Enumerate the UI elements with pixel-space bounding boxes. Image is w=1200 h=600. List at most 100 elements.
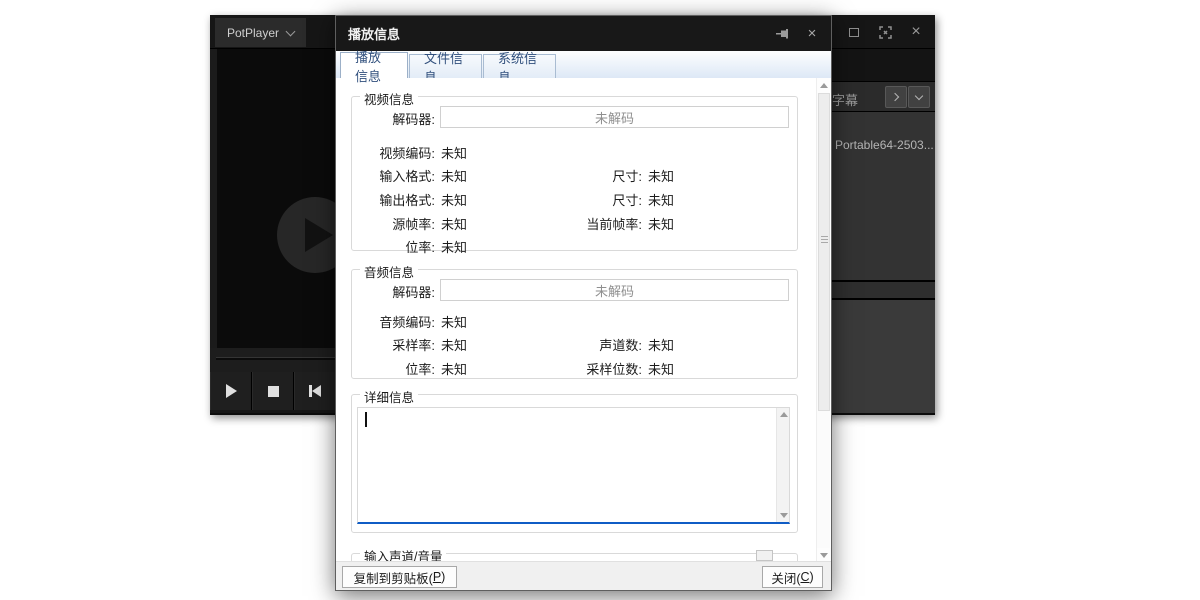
field-label: 声道数:: [562, 335, 642, 354]
field-value: 未知: [441, 214, 467, 233]
text-cursor: [365, 412, 367, 427]
button-accesskey: P: [433, 570, 441, 584]
tab-system-info[interactable]: 系统信息: [483, 54, 556, 78]
audio-info-row: 位率: 未知 采样位数: 未知: [352, 359, 797, 376]
stop-button[interactable]: [252, 372, 294, 410]
potplayer-menu-button[interactable]: PotPlayer: [215, 18, 306, 47]
detail-textarea[interactable]: [357, 407, 790, 524]
tab-playback-info[interactable]: 播放信息: [340, 52, 408, 78]
fullscreen-button[interactable]: [874, 21, 896, 43]
field-value: 未知: [648, 166, 674, 185]
close-icon: ×: [808, 26, 817, 41]
play-button[interactable]: [210, 372, 252, 410]
field-value: 未知: [441, 359, 467, 378]
playlist-panel: 搜索字幕 Portable64-2503...: [830, 49, 935, 413]
field-label: 位率:: [352, 359, 435, 378]
dialog-bottom-bar: 复制到剪贴板(P) 关闭(C): [336, 561, 831, 590]
dialog-title: 播放信息: [348, 24, 400, 43]
field-label: 尺寸:: [562, 166, 642, 185]
dialog-close-button[interactable]: ×: [803, 25, 821, 43]
pin-button[interactable]: [773, 25, 791, 43]
video-info-row: 输出格式: 未知 尺寸: 未知: [352, 190, 797, 207]
previous-button[interactable]: [294, 372, 336, 410]
field-value: 未知: [441, 190, 467, 209]
scroll-down-icon[interactable]: [780, 513, 788, 518]
playlist-dropdown-button[interactable]: [908, 86, 930, 108]
chevron-down-icon: [286, 26, 296, 36]
field-label: 采样率:: [352, 335, 435, 354]
audio-decoder-field[interactable]: [440, 279, 789, 301]
close-icon: ×: [911, 24, 920, 40]
field-value: 未知: [441, 166, 467, 185]
playlist-list: Portable64-2503...: [832, 112, 935, 280]
stop-icon: [268, 386, 279, 397]
tab-file-info[interactable]: 文件信息: [409, 54, 482, 78]
field-value: 未知: [648, 190, 674, 209]
dialog-scrollbar[interactable]: [816, 78, 830, 563]
field-value: 未知: [441, 312, 467, 331]
chevron-down-icon: [915, 91, 923, 99]
playback-info-dialog: 播放信息 × 播放信息 文件信息 系统信息 视频信息 解码器: 视频编码: 未知: [335, 15, 832, 591]
field-label: 位率:: [352, 237, 435, 256]
audio-decoder-label: 解码器:: [352, 282, 435, 301]
playlist-header: 搜索字幕: [832, 81, 935, 112]
close-button[interactable]: ×: [905, 21, 927, 43]
scroll-up-icon: [820, 83, 828, 88]
truncated-control[interactable]: [756, 550, 773, 561]
scrollbar-thumb[interactable]: [818, 93, 830, 411]
pin-icon: [775, 27, 790, 40]
video-info-row: 源帧率: 未知 当前帧率: 未知: [352, 214, 797, 231]
detail-info-group: 详细信息: [351, 394, 798, 533]
video-info-row: 位率: 未知: [352, 237, 797, 254]
potplayer-menu-label: PotPlayer: [227, 26, 279, 40]
field-label: 视频编码:: [352, 143, 435, 162]
fullscreen-icon: [879, 26, 892, 39]
button-accesskey: C: [800, 570, 809, 584]
video-decoder-field[interactable]: [440, 106, 789, 128]
field-value: 未知: [441, 237, 467, 256]
scroll-down-icon: [820, 553, 828, 558]
video-decoder-label: 解码器:: [352, 109, 435, 128]
audio-info-row: 音频编码: 未知: [352, 312, 797, 329]
playlist-section-divider: [832, 280, 935, 300]
chevron-right-icon: [891, 93, 899, 101]
field-label: 尺寸:: [562, 190, 642, 209]
detail-info-group-title: 详细信息: [360, 387, 418, 406]
field-label: 音频编码:: [352, 312, 435, 331]
field-value: 未知: [441, 143, 467, 162]
field-value: 未知: [648, 214, 674, 233]
audio-info-row: 采样率: 未知 声道数: 未知: [352, 335, 797, 352]
copy-to-clipboard-button[interactable]: 复制到剪贴板(P): [342, 566, 457, 588]
field-label: 输出格式:: [352, 190, 435, 209]
dialog-content: 视频信息 解码器: 视频编码: 未知 输入格式: 未知 尺寸: 未知 输出格式:…: [336, 78, 831, 563]
scroll-up-icon[interactable]: [780, 412, 788, 417]
audio-info-group: 音频信息 解码器: 音频编码: 未知 采样率: 未知 声道数: 未知 位率: 未…: [351, 269, 798, 379]
field-label: 源帧率:: [352, 214, 435, 233]
scrollbar-grip-icon: [821, 236, 828, 243]
play-logo-icon: [305, 218, 333, 252]
dialog-titlebar[interactable]: 播放信息 ×: [336, 16, 831, 51]
scrollbar-up-button[interactable]: [817, 78, 831, 93]
button-label: ): [441, 570, 445, 584]
playlist-expand-button[interactable]: [885, 86, 907, 108]
field-label: 输入格式:: [352, 166, 435, 185]
field-value: 未知: [648, 359, 674, 378]
field-value: 未知: [441, 335, 467, 354]
maximize-button[interactable]: [843, 21, 865, 43]
video-info-group: 视频信息 解码器: 视频编码: 未知 输入格式: 未知 尺寸: 未知 输出格式:…: [351, 96, 798, 251]
close-dialog-button[interactable]: 关闭(C): [762, 566, 823, 588]
maximize-icon: [849, 28, 859, 37]
field-label: 当前帧率:: [562, 214, 642, 233]
field-label: 采样位数:: [562, 359, 642, 378]
button-label: ): [810, 570, 814, 584]
video-info-row: 输入格式: 未知 尺寸: 未知: [352, 166, 797, 183]
playlist-item[interactable]: Portable64-2503...: [835, 138, 935, 152]
button-label: 关闭(: [771, 568, 800, 587]
dialog-tabstrip: 播放信息 文件信息 系统信息: [336, 51, 831, 78]
play-icon: [226, 384, 237, 398]
textarea-scrollbar[interactable]: [776, 408, 789, 522]
field-value: 未知: [648, 335, 674, 354]
video-info-row: 视频编码: 未知: [352, 143, 797, 160]
previous-icon: [309, 385, 321, 397]
playlist-bottom-section: [832, 300, 935, 413]
